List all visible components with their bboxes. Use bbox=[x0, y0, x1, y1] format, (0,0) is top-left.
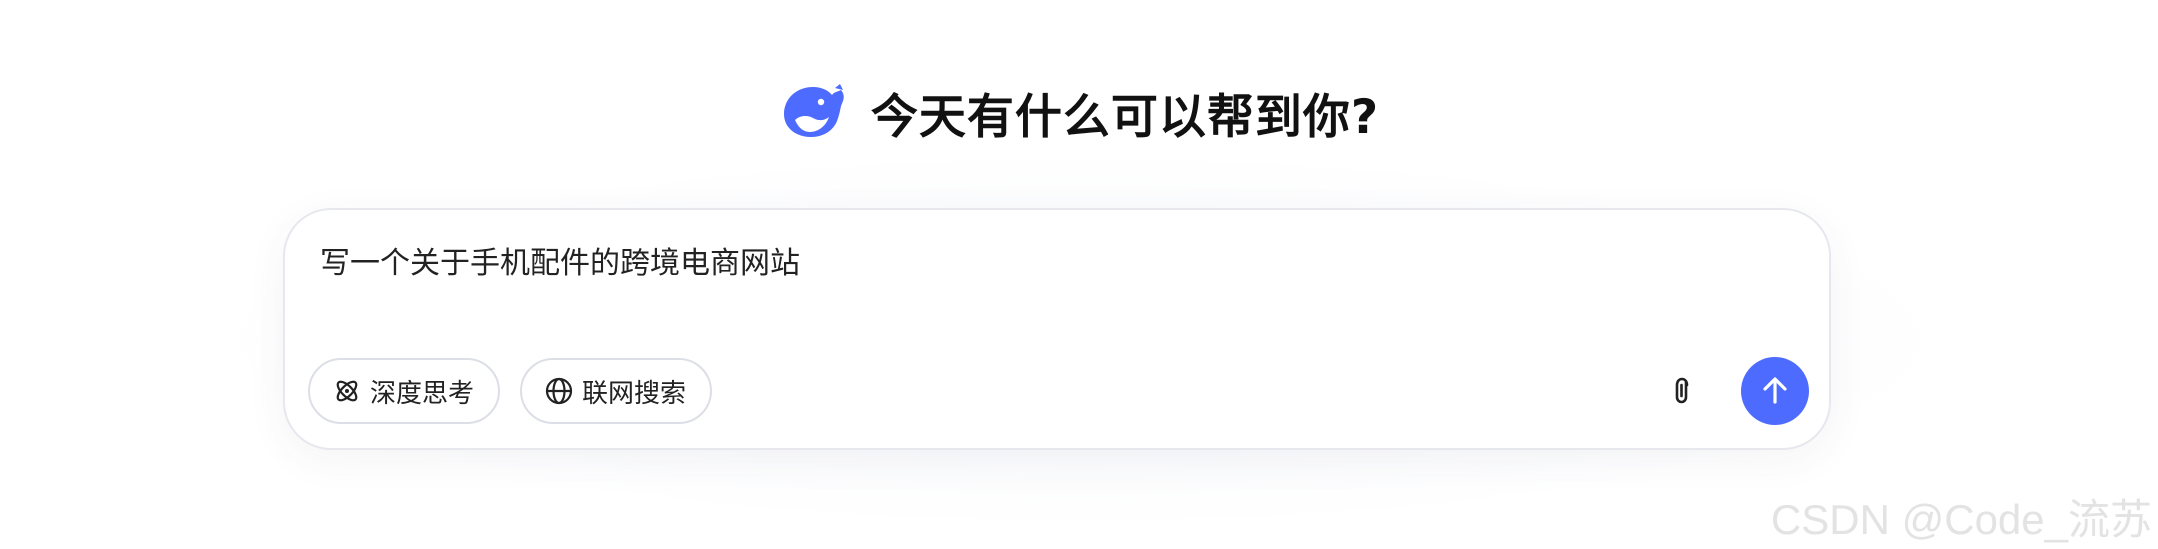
globe-icon bbox=[545, 377, 573, 405]
arrow-up-icon bbox=[1763, 377, 1787, 404]
page: 今天有什么可以帮到你? 写一个关于手机配件的跨境电商网站 深度思考 联网搜索 C… bbox=[0, 0, 2158, 549]
greeting-title: 今天有什么可以帮到你? bbox=[870, 89, 1380, 145]
deepseek-whale-icon bbox=[783, 84, 844, 137]
prompt-input[interactable]: 写一个关于手机配件的跨境电商网站 bbox=[320, 242, 1780, 286]
chat-input-box: 写一个关于手机配件的跨境电商网站 深度思考 联网搜索 bbox=[283, 208, 1831, 450]
header: 今天有什么可以帮到你? bbox=[0, 75, 2158, 149]
send-button[interactable] bbox=[1741, 357, 1809, 425]
csdn-watermark: CSDN @Code_流苏 bbox=[1770, 496, 2152, 543]
deep-think-button[interactable]: 深度思考 bbox=[308, 358, 500, 424]
paperclip-icon bbox=[1675, 377, 1689, 404]
web-search-label: 联网搜索 bbox=[582, 378, 687, 409]
attach-button[interactable] bbox=[1663, 371, 1703, 411]
web-search-button[interactable]: 联网搜索 bbox=[520, 358, 712, 424]
atom-icon bbox=[336, 380, 358, 402]
deep-think-label: 深度思考 bbox=[370, 378, 475, 409]
